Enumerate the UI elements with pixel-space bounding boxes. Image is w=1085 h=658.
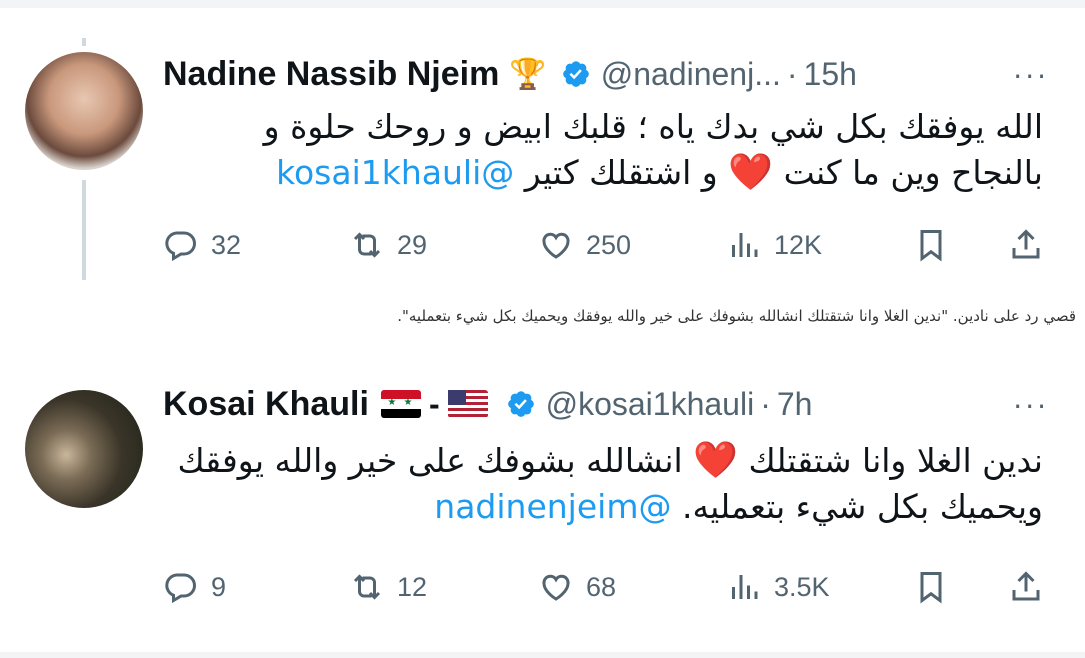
- like-button[interactable]: 68: [538, 564, 616, 610]
- reply-count: 9: [211, 571, 227, 602]
- syria-flag-icon: [380, 390, 421, 418]
- like-button[interactable]: 250: [538, 222, 631, 268]
- reply-icon: [165, 573, 196, 604]
- bottom-divider: [0, 652, 1085, 658]
- views-button[interactable]: 3.5K: [726, 564, 830, 610]
- heart-emoji: ❤️: [728, 152, 774, 193]
- mention-link[interactable]: @nadinenjeim: [434, 487, 671, 526]
- tweet-text-head: ندين الغلا وانا شتقتلك: [748, 441, 1043, 480]
- like-icon: [542, 232, 570, 259]
- bookmark-button[interactable]: [913, 222, 949, 268]
- views-button[interactable]: 12K: [726, 222, 822, 268]
- display-name[interactable]: Kosai Khauli: [163, 385, 369, 424]
- retweet-button[interactable]: 29: [349, 222, 427, 268]
- timestamp[interactable]: 15h: [804, 56, 857, 93]
- tweet-header: Nadine Nassib Njeim 🏆 @nadinenj... · 15h: [163, 52, 857, 96]
- thread-line: [82, 180, 86, 280]
- thread-line-top: [82, 38, 86, 46]
- share-button[interactable]: [1008, 222, 1044, 268]
- name-dash: -: [428, 385, 440, 422]
- tweet-actions: 32 29 250 12K: [163, 222, 1053, 268]
- reply-icon: [165, 231, 196, 262]
- more-options-icon[interactable]: ···: [1013, 390, 1049, 423]
- share-icon: [1012, 229, 1040, 259]
- reply-button[interactable]: 9: [163, 564, 226, 610]
- handle[interactable]: @nadinenj...: [601, 56, 781, 93]
- bookmark-icon: [920, 230, 942, 262]
- more-options-icon[interactable]: ···: [1013, 60, 1049, 93]
- like-count: 250: [586, 229, 632, 260]
- caption: قصي رد على نادين. "ندين الغلا وانا شتقتل…: [397, 307, 1076, 325]
- retweet-icon: [353, 574, 381, 600]
- tweet-text: ندين الغلا وانا شتقتلك ❤️ انشالله بشوفك …: [163, 438, 1044, 530]
- reply-button[interactable]: 32: [163, 222, 241, 268]
- avatar[interactable]: [25, 52, 143, 170]
- time-separator: ·: [760, 385, 771, 422]
- mention-link[interactable]: @kosai1khauli: [276, 153, 514, 192]
- tweet-card-nadine[interactable]: Nadine Nassib Njeim 🏆 @nadinenj... · 15h…: [0, 38, 1085, 290]
- views-icon: [732, 575, 758, 599]
- top-divider: [0, 0, 1085, 8]
- tweet-card-kosai[interactable]: Kosai Khauli - @kosai1khauli · 7h ··· ند…: [0, 368, 1085, 638]
- share-button[interactable]: [1008, 564, 1044, 610]
- retweet-button[interactable]: 12: [349, 564, 427, 610]
- bookmark-icon: [920, 572, 942, 604]
- usa-flag-icon: [447, 390, 488, 418]
- handle[interactable]: @kosai1khauli: [546, 386, 755, 423]
- avatar[interactable]: [25, 390, 143, 508]
- share-icon: [1012, 571, 1040, 601]
- display-name[interactable]: Nadine Nassib Njeim: [163, 55, 499, 94]
- views-icon: [732, 233, 758, 257]
- bookmark-button[interactable]: [913, 564, 949, 610]
- like-icon: [542, 574, 570, 601]
- reply-count: 32: [211, 229, 242, 260]
- heart-emoji: ❤️: [693, 440, 739, 481]
- verified-icon[interactable]: [506, 389, 536, 419]
- like-count: 68: [586, 571, 617, 602]
- retweet-count: 12: [397, 571, 428, 602]
- retweet-count: 29: [397, 229, 428, 260]
- tweet-text-tail: و اشتقلك كتير: [524, 153, 718, 192]
- tweet-header: Kosai Khauli - @kosai1khauli · 7h: [163, 382, 812, 426]
- tweet-text: الله يوفقك بكل شي بدك ياه ؛ قلبك ابيض و …: [163, 104, 1043, 196]
- time-separator: ·: [786, 55, 798, 92]
- views-count: 3.5K: [774, 571, 830, 602]
- views-count: 12K: [774, 229, 823, 260]
- trophy-icon: 🏆: [509, 56, 547, 92]
- verified-icon[interactable]: [561, 59, 591, 89]
- tweet-actions: 9 12 68 3.5K: [163, 564, 1053, 610]
- retweet-icon: [353, 232, 381, 258]
- timestamp[interactable]: 7h: [777, 386, 813, 423]
